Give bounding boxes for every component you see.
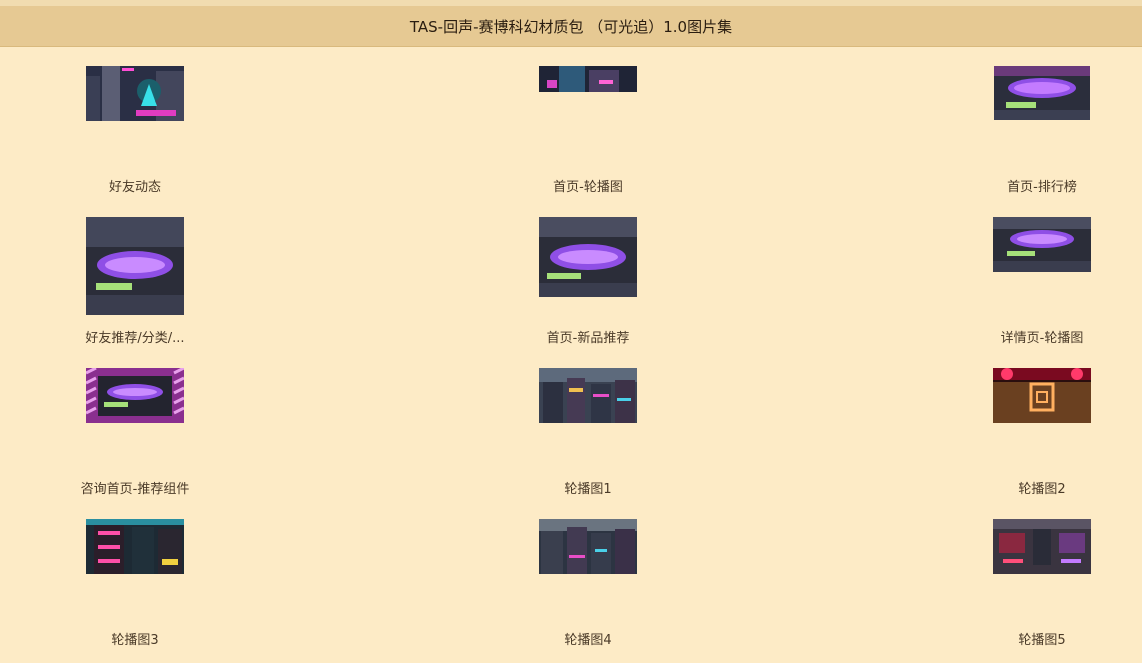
item-label: 好友推荐/分类/...: [85, 331, 185, 346]
echo-logo-striped-thumbnail[interactable]: [86, 368, 184, 423]
item-label: 咨询首页-推荐组件: [80, 482, 190, 497]
gallery-item[interactable]: 好友动态: [55, 46, 215, 195]
item-label: 首页-轮播图: [553, 180, 623, 195]
gallery-item[interactable]: 首页-新品推荐: [508, 197, 668, 346]
item-label: 首页-排行榜: [1007, 180, 1077, 195]
page-title: TAS-回声-赛博科幻材质包 （可光追）1.0图片集: [409, 17, 733, 36]
echo-logo-thumbnail[interactable]: [993, 217, 1091, 272]
gallery-item[interactable]: 轮播图2: [962, 348, 1122, 497]
gallery-item[interactable]: 轮播图5: [962, 499, 1122, 648]
item-label: 轮播图2: [1018, 482, 1066, 497]
item-label: 首页-新品推荐: [546, 331, 630, 346]
gallery-item[interactable]: 首页-排行榜: [962, 46, 1122, 195]
gallery-item[interactable]: 首页-轮播图: [508, 46, 668, 195]
item-label: 轮播图3: [111, 633, 159, 648]
neon-tower-thumbnail[interactable]: [86, 519, 184, 574]
echo-logo-thumbnail[interactable]: [994, 66, 1090, 120]
gallery-item[interactable]: 轮播图3: [55, 499, 215, 648]
item-label: 轮播图5: [1018, 633, 1066, 648]
image-grid: 好友动态 首页-轮播图 首页-排行榜 好友推荐/分类/... 首页-新品推荐 详…: [0, 46, 1142, 663]
gallery-item[interactable]: 详情页-轮播图: [962, 197, 1122, 346]
gallery-header: TAS-回声-赛博科幻材质包 （可光追）1.0图片集: [0, 6, 1142, 47]
item-label: 轮播图1: [564, 482, 612, 497]
cyber-interior-thumbnail[interactable]: [993, 519, 1091, 574]
gallery-item[interactable]: 好友推荐/分类/...: [55, 197, 215, 346]
cyber-banner-thumbnail[interactable]: [539, 66, 637, 92]
cyber-city-thumbnail[interactable]: [86, 66, 184, 121]
neon-room-thumbnail[interactable]: [993, 368, 1091, 423]
item-label: 轮播图4: [564, 633, 612, 648]
cyber-street-thumbnail[interactable]: [539, 519, 637, 574]
gallery-item[interactable]: 咨询首页-推荐组件: [55, 348, 215, 497]
gallery-item[interactable]: 轮播图4: [508, 499, 668, 648]
echo-logo-thumbnail[interactable]: [86, 217, 184, 315]
gallery-item[interactable]: 轮播图1: [508, 348, 668, 497]
item-label: 详情页-轮播图: [1000, 331, 1084, 346]
echo-logo-thumbnail[interactable]: [539, 217, 637, 297]
cyber-street-thumbnail[interactable]: [539, 368, 637, 423]
item-label: 好友动态: [108, 180, 161, 195]
